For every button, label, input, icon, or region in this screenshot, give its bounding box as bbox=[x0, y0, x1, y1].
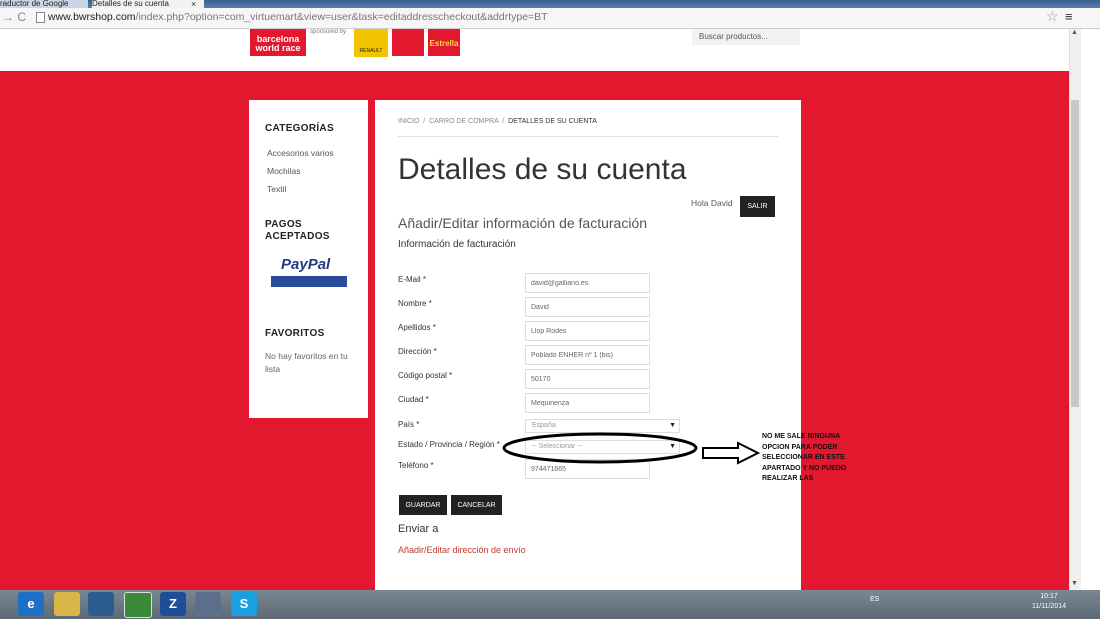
sidebar-item-textil[interactable]: Textil bbox=[267, 184, 286, 194]
forward-reload-icon[interactable]: → C bbox=[2, 10, 26, 24]
browser-tab-account[interactable]: Detalles de su cuenta bbox=[92, 0, 204, 8]
language-indicator[interactable]: ES bbox=[870, 596, 879, 603]
user-greeting: Hola David bbox=[691, 198, 733, 208]
address-field[interactable] bbox=[525, 345, 650, 365]
logout-button[interactable]: SALIR bbox=[740, 196, 775, 217]
sponsor-logo bbox=[392, 29, 424, 56]
media-player-icon[interactable] bbox=[88, 592, 114, 616]
page-title: Detalles de su cuenta bbox=[398, 153, 687, 186]
url-host: www.bwrshop.com bbox=[48, 11, 136, 23]
annotation-drawing bbox=[502, 432, 761, 465]
ship-to-heading: Enviar a bbox=[398, 523, 439, 535]
barcelona-world-race-logo[interactable]: barcelona world race bbox=[250, 29, 306, 56]
renault-logo-text: RENAULT bbox=[359, 48, 383, 54]
edit-shipping-link[interactable]: Añadir/Editar dirección de envío bbox=[398, 545, 526, 555]
paypal-logo: PayPal bbox=[281, 256, 331, 273]
section-title: Añadir/Editar información de facturación bbox=[398, 215, 648, 231]
page-icon bbox=[36, 12, 45, 23]
url-path: /index.php?option=com_virtuemart&view=us… bbox=[135, 11, 548, 23]
billing-info-heading: Información de facturación bbox=[398, 239, 516, 250]
clock-date: 11/11/2014 bbox=[1032, 603, 1066, 610]
search-input[interactable]: Buscar productos... bbox=[692, 29, 800, 45]
chrome-icon[interactable] bbox=[124, 592, 152, 618]
breadcrumb: INICIO / CARRO DE COMPRA / DETALLES DE S… bbox=[398, 118, 597, 125]
phone-label: Teléfono * bbox=[398, 461, 434, 470]
estrella-logo: Estrella bbox=[428, 29, 460, 56]
sidebar-item-accesorios[interactable]: Accesorios varios bbox=[267, 148, 334, 158]
site-header bbox=[0, 29, 1069, 71]
country-label: País * bbox=[398, 420, 420, 429]
breadcrumb-separator: / bbox=[423, 118, 426, 125]
clock[interactable]: 10:17 11/11/2014 bbox=[1032, 592, 1066, 612]
cancel-button[interactable]: CANCELAR bbox=[451, 495, 502, 515]
breadcrumb-cart[interactable]: CARRO DE COMPRA bbox=[429, 118, 498, 125]
surname-field[interactable] bbox=[525, 321, 650, 341]
browser-tab-translator[interactable]: raductor de Google bbox=[0, 0, 88, 8]
breadcrumb-current: DETALLES DE SU CUENTA bbox=[508, 118, 597, 125]
state-label: Estado / Provincia / Región * bbox=[398, 440, 500, 449]
surname-label: Apellidos * bbox=[398, 323, 436, 332]
payments-heading: PAGOS ACEPTADOS bbox=[265, 219, 330, 242]
sponsored-by-label: sponsored by bbox=[310, 29, 347, 35]
credit-cards-icon bbox=[271, 276, 347, 287]
skype-icon[interactable]: S bbox=[231, 592, 257, 616]
annotation-ellipse bbox=[502, 432, 698, 464]
browser-menu-icon[interactable]: ≡ bbox=[1065, 9, 1073, 24]
city-label: Ciudad * bbox=[398, 395, 429, 404]
internet-explorer-icon[interactable]: e bbox=[18, 592, 44, 616]
address-label: Dirección * bbox=[398, 347, 437, 356]
annotation-note: NO ME SALE NINGUNA OPCION PARA PODER SEL… bbox=[762, 433, 847, 482]
bookmark-star-icon[interactable]: ☆ bbox=[1046, 8, 1059, 25]
sidebar-item-mochilas[interactable]: Mochilas bbox=[267, 166, 301, 176]
favorites-empty-text: No hay favoritos en tu lista bbox=[265, 351, 348, 374]
email-label: E-Mail * bbox=[398, 275, 427, 284]
scroll-down-icon[interactable]: ▼ bbox=[1071, 580, 1078, 587]
name-field[interactable] bbox=[525, 297, 650, 317]
url-field[interactable]: www.bwrshop.com/index.php?option=com_vir… bbox=[48, 11, 548, 23]
save-button[interactable]: GUARDAR bbox=[399, 495, 447, 515]
divider bbox=[398, 136, 778, 137]
file-explorer-icon[interactable] bbox=[54, 592, 80, 616]
name-label: Nombre * bbox=[398, 299, 432, 308]
app-icon[interactable] bbox=[195, 592, 221, 616]
renault-logo: RENAULT bbox=[354, 29, 388, 57]
categories-heading: CATEGORÍAS bbox=[265, 123, 334, 134]
favorites-heading: FAVORITOS bbox=[265, 328, 325, 339]
clock-time: 10:17 bbox=[1040, 593, 1058, 600]
email-field[interactable] bbox=[525, 273, 650, 293]
city-field[interactable] bbox=[525, 393, 650, 413]
annotation-arrow-icon bbox=[702, 441, 761, 465]
breadcrumb-home[interactable]: INICIO bbox=[398, 118, 419, 125]
system-tray-icons[interactable] bbox=[888, 596, 1023, 607]
postal-code-label: Código postal * bbox=[398, 371, 453, 380]
estrella-logo-text: Estrella bbox=[429, 39, 459, 48]
breadcrumb-separator: / bbox=[502, 118, 505, 125]
z-app-icon[interactable]: Z bbox=[160, 592, 186, 616]
scroll-up-icon[interactable]: ▲ bbox=[1071, 29, 1078, 36]
scrollbar-thumb[interactable] bbox=[1071, 100, 1079, 407]
postal-code-field[interactable] bbox=[525, 369, 650, 389]
